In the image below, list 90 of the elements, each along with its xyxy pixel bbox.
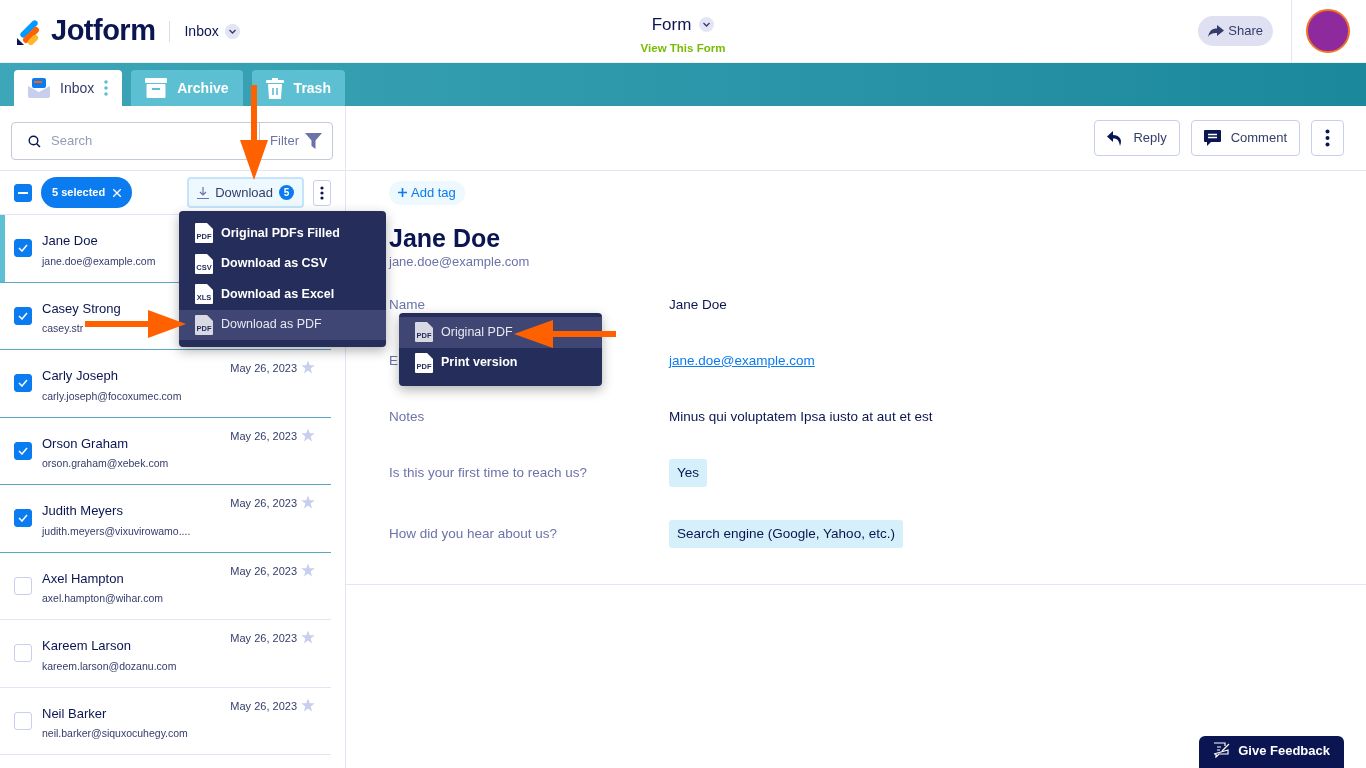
star-icon[interactable]: [301, 697, 315, 712]
reply-button[interactable]: Reply: [1094, 120, 1180, 156]
more-button[interactable]: [1311, 120, 1344, 156]
star-icon[interactable]: [301, 495, 315, 509]
submission-date: May 26, 2023: [230, 361, 297, 376]
check-icon: [18, 514, 28, 522]
section-dropdown[interactable]: Inbox: [184, 20, 219, 42]
kebab-icon: [320, 185, 324, 200]
kebab-icon: [1325, 129, 1330, 147]
share-button[interactable]: Share: [1198, 16, 1273, 46]
field-value: Minus qui voluptatem Ipsa iusto at aut et est: [669, 408, 933, 424]
submitter-email: casey.str: [42, 321, 85, 336]
submitter-name: Carly Joseph: [42, 367, 119, 385]
submitter-name: Axel Hampton: [42, 569, 125, 588]
submitter-email: carly.joseph@focoxumec.com: [42, 388, 182, 404]
field-label: E: [389, 352, 398, 368]
submission-date: May 26, 2023: [230, 631, 297, 646]
submitter-name: Judith Meyers: [42, 502, 124, 520]
checkbox[interactable]: [14, 306, 32, 325]
submitter-name: Orson Graham: [42, 434, 129, 453]
submitter-email: axel.hampton@wihar.com: [42, 591, 163, 606]
submission-date: May 26, 2023: [230, 698, 297, 714]
submitter-email: jane.doe@example.com: [42, 253, 156, 269]
archive-box-icon: [145, 78, 168, 98]
field-value: Jane Doe: [669, 296, 727, 312]
star-icon[interactable]: [301, 360, 315, 374]
submitter-name: Neil Barker: [42, 704, 108, 723]
star-icon[interactable]: [301, 427, 315, 442]
chevron-icon[interactable]: [699, 17, 715, 33]
tab[interactable]: Inbox: [14, 70, 123, 106]
give-feedback-button[interactable]: Give Feedback: [1199, 735, 1344, 768]
submission-date: May 26, 2023: [230, 428, 297, 444]
checkbox[interactable]: [14, 239, 32, 257]
select-all-checkbox[interactable]: [14, 183, 32, 202]
search-field[interactable]: Search Filter: [11, 122, 333, 160]
selected-count-chip[interactable]: 5 selected: [41, 177, 133, 208]
submitter-email: kareem.larson@dozanu.com: [42, 658, 177, 674]
field-label: How did you hear about us?: [389, 525, 558, 541]
submitter-email: jane.doe@example.com: [389, 253, 531, 271]
download-icon: [197, 186, 210, 199]
comment-button[interactable]: Comment: [1190, 120, 1300, 156]
submission-row[interactable]: Axel Hampton axel.hampton@wihar.com May 26, 2023: [0, 552, 331, 620]
submitter-email: orson.graham@xebek.com: [42, 456, 169, 471]
check-icon: [18, 379, 28, 387]
submission-row[interactable]: Carly Joseph carly.joseph@focoxumec.com May 26, 2023: [0, 350, 331, 418]
feedback-icon: [1213, 742, 1231, 759]
minus-icon: [18, 191, 28, 194]
star-icon[interactable]: [301, 630, 315, 644]
answer-tag: Search engine (Google, Yahoo, etc.): [669, 519, 903, 548]
answer-tag: Yes: [669, 458, 708, 487]
submitter-email: judith.meyers@vixuvirowamo....: [42, 523, 191, 539]
plus-icon: [398, 188, 407, 197]
check-icon: [18, 244, 28, 252]
comment-icon: [1203, 130, 1221, 146]
count-badge: 5: [279, 185, 294, 200]
check-icon: [18, 446, 28, 455]
inbox-icon: [28, 78, 50, 98]
kebab-icon[interactable]: [104, 80, 109, 96]
logo-text: Jotform: [51, 13, 156, 49]
reply-icon: [1107, 130, 1124, 146]
submitter-email: neil.barker@siquxocuhegy.com: [42, 726, 188, 741]
form-title[interactable]: Form: [651, 12, 692, 38]
share-arrow-icon: [1208, 25, 1225, 37]
add-tag-button[interactable]: Add tag: [389, 181, 465, 205]
submitter-name: Casey Strong: [42, 299, 121, 318]
submission-row[interactable]: Judith Meyers judith.meyers@vixuvirowamo.... May 26, 2023: [0, 485, 331, 553]
checkbox[interactable]: [14, 374, 32, 392]
search-icon: [28, 134, 41, 148]
close-icon[interactable]: [113, 188, 122, 197]
submitter-name: Kareem Larson: [42, 637, 132, 655]
field-label: Name: [389, 296, 425, 312]
submission-row[interactable]: Neil Barker neil.barker@siquxocuhegy.com May 26, 2023: [0, 687, 331, 755]
check-icon: [18, 311, 28, 320]
submission-date: May 26, 2023: [230, 496, 297, 511]
download-button[interactable]: Download 5: [187, 176, 304, 209]
submission-row[interactable]: Orson Graham orson.graham@xebek.com May 26, 2023: [0, 417, 331, 485]
star-icon[interactable]: [301, 562, 315, 577]
field-label: Notes: [389, 408, 425, 424]
submitter-name: Jane Doe: [42, 232, 99, 250]
checkbox[interactable]: [14, 509, 32, 527]
submitter-name: Jane Doe: [389, 224, 502, 252]
submission-date: May 26, 2023: [230, 563, 297, 579]
avatar[interactable]: [1306, 9, 1350, 53]
checkbox[interactable]: [14, 441, 32, 460]
submission-row[interactable]: Kareem Larson kareem.larson@dozanu.com May 26, 2023: [0, 620, 331, 688]
funnel-icon: [305, 133, 322, 149]
email-link[interactable]: jane.doe@example.com: [669, 352, 815, 368]
more-button[interactable]: [313, 179, 331, 206]
trash-icon: [265, 77, 284, 99]
field-label: Is this your first time to reach us?: [389, 464, 588, 480]
